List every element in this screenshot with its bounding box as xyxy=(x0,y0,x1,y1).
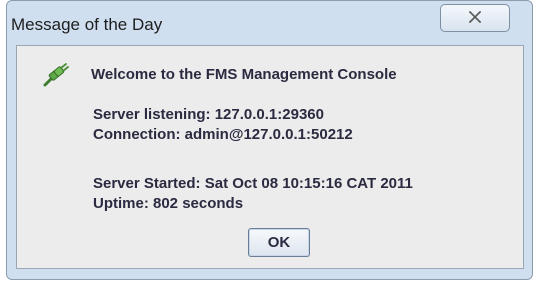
welcome-heading: Welcome to the FMS Management Console xyxy=(91,66,397,83)
close-icon xyxy=(468,10,482,27)
plug-connector-icon xyxy=(42,63,70,87)
message-dialog: Message of the Day Welcome to the FMS Ma… xyxy=(6,0,533,280)
uptime-text: Uptime: 802 seconds xyxy=(93,195,244,212)
server-listening-text: Server listening: 127.0.0.1:29360 xyxy=(93,106,324,123)
connection-text: Connection: admin@127.0.0.1:50212 xyxy=(93,126,353,143)
dialog-content: Welcome to the FMS Management Console Se… xyxy=(16,45,524,269)
title-bar[interactable]: Message of the Day xyxy=(7,1,532,41)
ok-button[interactable]: OK xyxy=(248,228,310,257)
window-title: Message of the Day xyxy=(11,15,163,34)
server-started-text: Server Started: Sat Oct 08 10:15:16 CAT … xyxy=(93,175,413,192)
close-button[interactable] xyxy=(440,4,510,32)
